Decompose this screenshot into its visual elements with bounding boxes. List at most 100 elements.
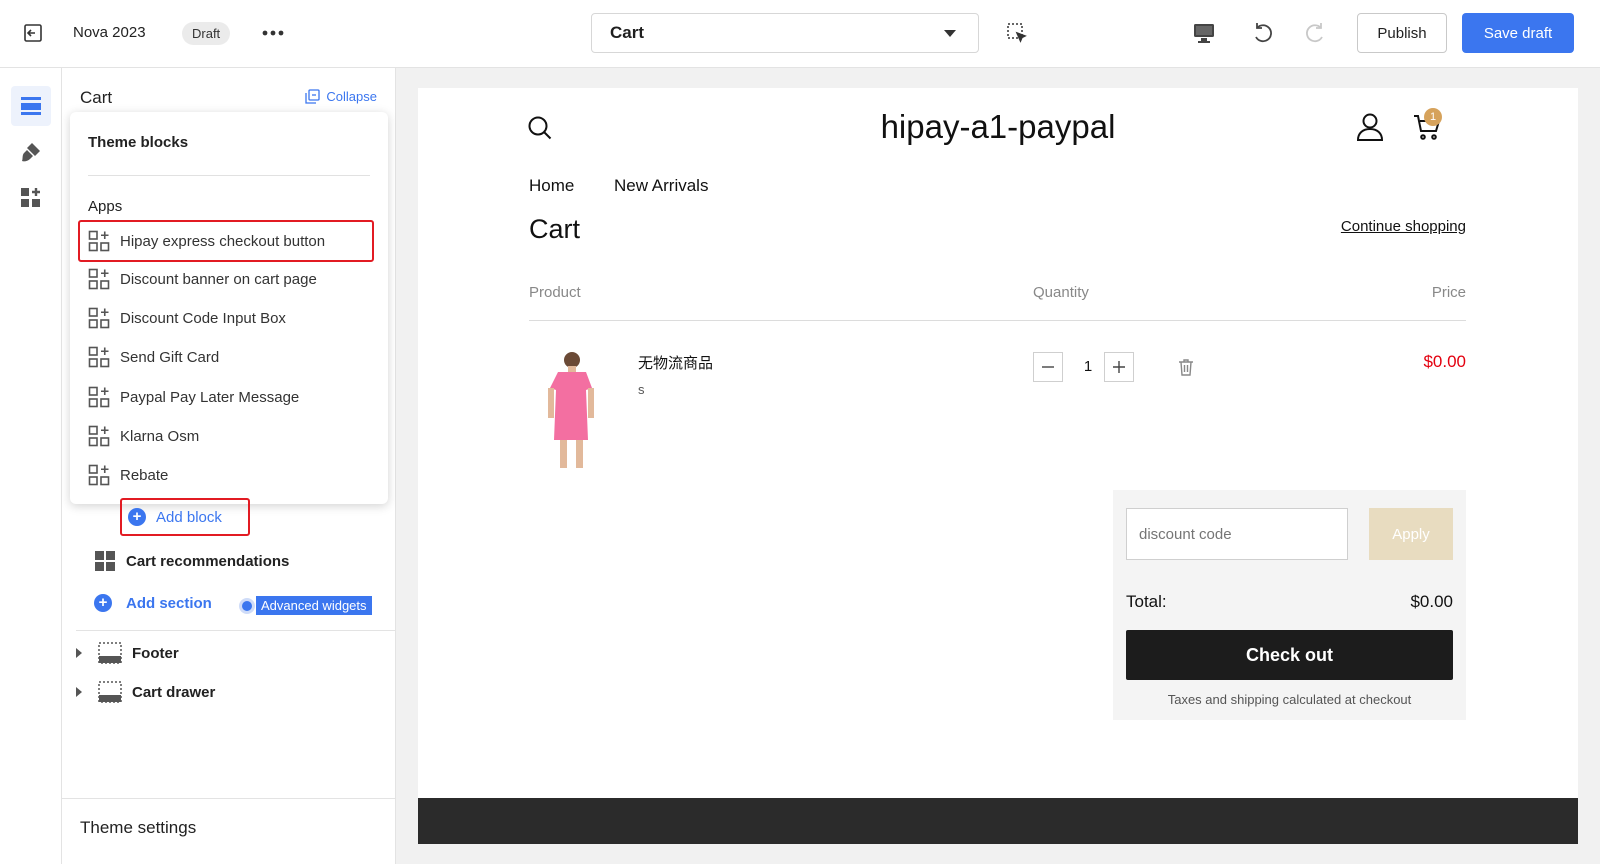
checkout-button[interactable]: Check out — [1126, 630, 1453, 680]
divider — [76, 630, 396, 631]
undo-icon[interactable] — [1248, 18, 1276, 46]
left-rail — [0, 68, 62, 864]
add-section-label: Add section — [126, 594, 212, 612]
quantity-increase-button[interactable] — [1104, 352, 1134, 382]
app-item-send-gift-card[interactable]: Send Gift Card — [88, 340, 370, 374]
theme-settings-link[interactable]: Theme settings — [80, 818, 196, 838]
app-item-label: Klarna Osm — [120, 427, 200, 445]
app-item-paypal-pay-later[interactable]: Paypal Pay Later Message — [88, 380, 370, 414]
remove-item-trash-icon[interactable] — [1178, 358, 1196, 376]
add-block-button[interactable]: + Add block — [120, 498, 250, 536]
app-item-label: Send Gift Card — [120, 348, 220, 366]
store-name[interactable]: hipay-a1-paypal — [418, 108, 1578, 146]
collapse-label: Collapse — [326, 89, 377, 104]
quantity-value[interactable]: 1 — [1080, 358, 1096, 375]
theme-settings-brush-icon[interactable] — [11, 132, 51, 172]
section-panel: Cart Collapse Theme blocks Apps Hipay ex… — [62, 68, 396, 864]
desktop-preview-icon[interactable] — [1190, 20, 1218, 46]
plus-icon — [1113, 361, 1125, 373]
app-item-klarna-osm[interactable]: Klarna Osm — [88, 419, 370, 453]
collapse-icon — [305, 89, 321, 104]
app-item-label: Discount banner on cart page — [120, 270, 317, 288]
product-title[interactable]: 无物流商品 — [638, 352, 713, 373]
cart-summary: Apply Total: $0.00 Check out Taxes and s… — [1113, 490, 1466, 720]
divider — [62, 798, 396, 799]
chevron-right-icon — [76, 687, 82, 697]
footer-section-icon — [98, 642, 122, 664]
chevron-right-icon — [76, 648, 82, 658]
save-draft-button[interactable]: Save draft — [1462, 13, 1574, 53]
collapse-button[interactable]: Collapse — [305, 89, 377, 104]
app-item-hipay-express-checkout[interactable]: Hipay express checkout button — [78, 220, 374, 262]
theme-blocks-heading: Theme blocks — [88, 134, 189, 151]
tree-item-footer[interactable]: Footer — [76, 642, 179, 664]
block-grid-icon — [95, 551, 115, 571]
publish-button[interactable]: Publish — [1357, 13, 1447, 53]
nav-link-home[interactable]: Home — [529, 176, 574, 196]
store-footer — [418, 798, 1578, 844]
status-dot — [242, 600, 252, 611]
quantity-decrease-button[interactable] — [1033, 352, 1063, 382]
apply-discount-button[interactable]: Apply — [1369, 508, 1453, 560]
account-icon[interactable] — [1355, 112, 1385, 142]
tax-note: Taxes and shipping calculated at checkou… — [1167, 692, 1412, 707]
add-block-label: Add block — [156, 508, 222, 526]
product-image[interactable] — [538, 350, 604, 472]
chevron-down-icon — [944, 30, 956, 37]
app-item-discount-code-input[interactable]: Discount Code Input Box — [88, 301, 370, 335]
tree-item-cart-recommendations[interactable]: Cart recommendations — [94, 550, 289, 572]
total-label: Total: — [1126, 592, 1167, 611]
draft-badge: Draft — [182, 22, 231, 45]
tree-item-label: Footer — [132, 644, 179, 662]
app-block-icon — [88, 425, 110, 447]
app-item-label: Paypal Pay Later Message — [120, 388, 300, 406]
advanced-widgets-tag[interactable]: Advanced widgets — [242, 596, 372, 615]
apps-icon[interactable] — [11, 178, 51, 218]
panel-title: Cart — [80, 88, 113, 107]
product-variant: s — [638, 382, 645, 397]
template-select[interactable]: Cart — [591, 13, 979, 53]
divider — [88, 175, 370, 176]
sections-icon[interactable] — [11, 86, 51, 126]
add-section-button[interactable]: + Add section — [94, 594, 212, 612]
divider — [529, 320, 1466, 321]
store-preview: hipay-a1-paypal 1 Home New Arrivals Cart… — [418, 88, 1578, 844]
theme-name: Nova 2023 — [73, 24, 146, 41]
app-block-icon — [88, 346, 110, 368]
cart-page-title: Cart — [529, 214, 581, 244]
redo-icon[interactable] — [1302, 18, 1330, 46]
continue-shopping-link[interactable]: Continue shopping — [1341, 218, 1466, 235]
app-block-icon — [88, 268, 110, 290]
inspector-icon[interactable] — [1004, 20, 1030, 46]
app-item-discount-banner[interactable]: Discount banner on cart page — [88, 262, 370, 296]
cart-count-badge: 1 — [1424, 108, 1442, 126]
plus-circle-icon: + — [128, 508, 146, 526]
app-item-label: Rebate — [120, 466, 169, 484]
total-value: $0.00 — [1410, 592, 1453, 611]
app-item-label: Hipay express checkout button — [120, 232, 326, 250]
cart-drawer-section-icon — [98, 681, 122, 703]
app-block-icon — [88, 386, 110, 408]
tree-item-label: Cart recommendations — [126, 552, 290, 570]
column-header-quantity: Quantity — [1033, 284, 1089, 301]
app-block-icon — [88, 230, 110, 252]
exit-icon[interactable] — [20, 20, 46, 46]
top-toolbar: Nova 2023 Draft Cart Publish Save draft — [0, 0, 1600, 68]
template-select-value: Cart — [610, 23, 645, 42]
app-item-label: Discount Code Input Box — [120, 309, 286, 327]
nav-link-new-arrivals[interactable]: New Arrivals — [614, 176, 708, 196]
apps-heading: Apps — [88, 198, 123, 215]
discount-code-input[interactable] — [1126, 508, 1348, 560]
app-item-rebate[interactable]: Rebate — [88, 458, 370, 492]
minus-icon — [1042, 366, 1054, 368]
advanced-widgets-label: Advanced widgets — [256, 596, 372, 615]
plus-circle-icon: + — [94, 594, 112, 612]
app-block-icon — [88, 307, 110, 329]
app-block-icon — [88, 464, 110, 486]
tree-item-label: Cart drawer — [132, 683, 216, 701]
more-options-icon[interactable] — [258, 20, 288, 46]
column-header-price: Price — [1431, 284, 1466, 301]
add-block-popover: Theme blocks Apps Hipay express checkout… — [70, 112, 388, 504]
item-price: $0.00 — [1423, 352, 1466, 371]
tree-item-cart-drawer[interactable]: Cart drawer — [76, 681, 215, 703]
